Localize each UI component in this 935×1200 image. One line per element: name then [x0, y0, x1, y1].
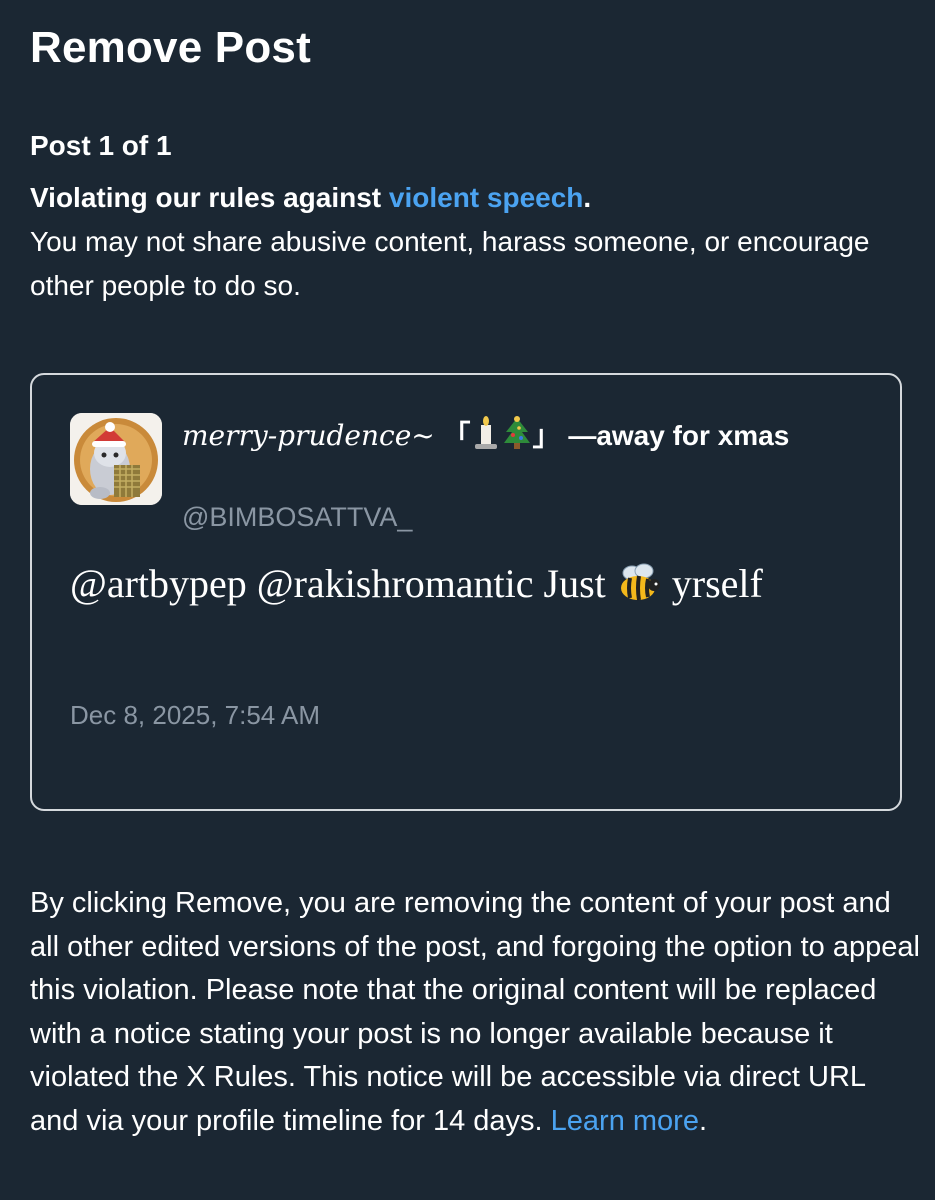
violent-speech-link[interactable]: violent speech	[389, 182, 584, 213]
violation-heading: Violating our rules against violent spee…	[30, 176, 910, 220]
post-text-after: yrself	[661, 561, 763, 606]
post-text-before: @artbypep @rakishromantic Just	[70, 561, 616, 606]
post-card: merry-prudence~ 「 」 —away for xmas @BIMBO…	[30, 373, 902, 811]
post-display-name[interactable]: merry-prudence~ 「 」 —away for xmas	[182, 415, 862, 462]
bee-icon	[616, 561, 662, 601]
notice-body: By clicking Remove, you are removing the…	[30, 887, 920, 1137]
display-name-bracket-close: 」	[532, 420, 569, 451]
post-text: @artbypep @rakishromantic Just yrself	[70, 555, 860, 613]
post-timestamp[interactable]: Dec 8, 2025, 7:54 AM	[70, 697, 320, 733]
display-name-fancy: merry-prudence~	[182, 419, 435, 452]
violation-heading-prefix: Violating our rules against	[30, 182, 389, 213]
avatar	[70, 413, 162, 505]
learn-more-link[interactable]: Learn more	[551, 1105, 699, 1137]
candle-icon	[471, 415, 501, 462]
display-name-suffix: —away for xmas	[568, 420, 790, 451]
notice-end: .	[698, 1104, 708, 1137]
violation-heading-suffix: .	[583, 182, 592, 213]
post-handle[interactable]: @BIMBOSATTVA_	[182, 499, 412, 535]
removal-notice: By clicking Remove, you are removing the…	[30, 882, 920, 1143]
display-name-bracket-open: 「	[434, 420, 471, 451]
avatar-image	[70, 413, 162, 505]
christmas-tree-icon	[501, 415, 533, 462]
post-counter: Post 1 of 1	[30, 130, 172, 161]
page-title: Remove Post	[30, 23, 311, 72]
violation-description: You may not share abusive content, haras…	[30, 226, 870, 301]
violation-rule-block: Violating our rules against violent spee…	[30, 176, 910, 308]
remove-post-page: Remove Post Post 1 of 1 Violating our ru…	[0, 0, 935, 1200]
